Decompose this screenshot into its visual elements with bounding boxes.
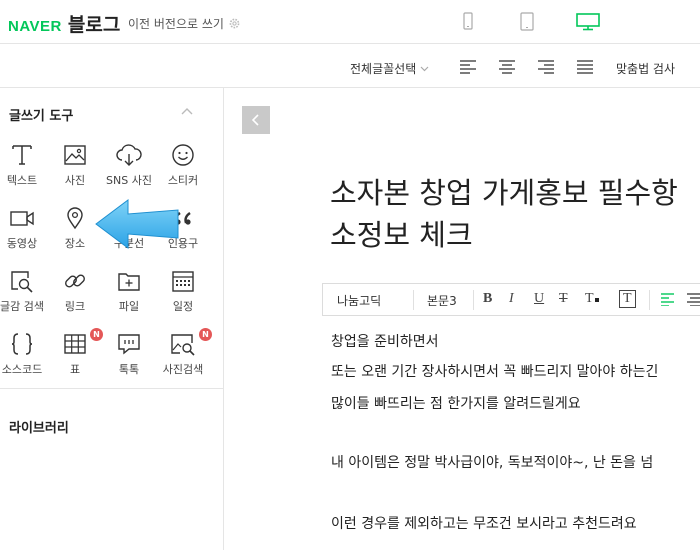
naver-logo-text: NAVER [8, 18, 62, 35]
bold-button[interactable]: B [483, 291, 492, 307]
text-icon [12, 145, 32, 165]
background-color-button[interactable]: T [619, 290, 636, 308]
file-add-icon [118, 273, 140, 291]
font-family-select[interactable]: 나눔고딕 [337, 292, 381, 309]
chevron-up-icon[interactable] [180, 106, 194, 116]
tool-label: 사진 [64, 174, 86, 187]
map-pin-icon [67, 207, 83, 230]
blog-logo-text: 블로그 [67, 14, 121, 36]
pc-monitor-icon[interactable] [576, 13, 600, 31]
toolbar-separator [649, 290, 650, 310]
tool-sticker[interactable]: 스티커 [155, 143, 211, 199]
paragraph: 창업을 준비하면서 [331, 334, 439, 350]
cloud-download-icon [116, 144, 142, 166]
tool-talktalk[interactable]: 톡톡 [101, 332, 157, 388]
video-icon [10, 211, 34, 226]
calendar-icon [172, 271, 194, 292]
tool-label: 파일 [118, 300, 140, 313]
tool-sns-photo[interactable]: SNS 사진 [101, 143, 157, 199]
tool-content-search[interactable]: 글감 검색 [0, 269, 50, 325]
tool-label: 톡톡 [118, 363, 140, 376]
tool-label: 텍스트 [6, 174, 38, 187]
new-badge: N [199, 328, 212, 341]
panel-divider [0, 388, 224, 389]
post-title[interactable]: 소자본 창업 가게홍보 필수항 소정보 체크 [330, 172, 700, 256]
tool-text[interactable]: 텍스트 [0, 143, 50, 199]
table-icon [64, 334, 86, 354]
pointer-arrow-icon [95, 199, 179, 249]
writing-tools-panel: 글쓰기 도구 텍스트 사진 SNS 사진 스티커 동영상 장소 구분선 인용구 … [0, 88, 224, 550]
tool-label: 스티커 [167, 174, 199, 187]
align-center-icon[interactable] [687, 293, 700, 306]
tool-label: 표 [69, 363, 81, 376]
align-left-icon[interactable] [460, 60, 476, 74]
paragraph: 또는 오랜 기간 장사하시면서 꼭 빠드리지 말아야 하는긴 [331, 364, 659, 380]
color-swatch [594, 298, 599, 302]
tool-table[interactable]: 표 N [47, 328, 103, 388]
chat-icon [118, 334, 140, 355]
content-search-icon [11, 271, 33, 293]
font-size-select[interactable]: 본문3 [427, 292, 457, 309]
tool-video[interactable]: 동영상 [0, 206, 50, 262]
italic-button[interactable]: I [509, 291, 514, 307]
paragraph: 내 아이템은 정말 박사급이야, 독보적이야~, 난 돈을 넘 [331, 455, 654, 471]
tool-link[interactable]: 링크 [47, 269, 103, 325]
spell-check-button[interactable]: 맞춤법 검사 [616, 60, 675, 77]
align-left-icon[interactable] [661, 293, 674, 306]
paragraph: 많이들 빠뜨리는 점 한가지를 알려드릴게요 [331, 396, 581, 412]
global-font-select-label: 전체글꼴선택 [350, 62, 417, 76]
tool-schedule[interactable]: 일정 [155, 269, 211, 325]
photo-icon [64, 145, 86, 165]
smiley-icon [172, 144, 194, 166]
paragraph: 이런 경우를 제외하고는 무조건 보시라고 추천드려요 [331, 516, 637, 532]
photo-search-icon [171, 334, 195, 356]
format-toolbar: 전체글꼴선택 맞춤법 검사 [0, 44, 700, 88]
tool-label: 동영상 [6, 237, 38, 250]
post-title-line: 소정보 체크 [330, 218, 473, 252]
font-color-button[interactable]: T [585, 291, 599, 307]
tool-photo-search[interactable]: 사진검색 N [155, 328, 212, 388]
tool-source-code[interactable]: 소스코드 [0, 332, 50, 388]
post-title-line: 소자본 창업 가게홍보 필수항 [330, 176, 678, 210]
link-icon [65, 274, 85, 288]
collapse-panel-button[interactable] [242, 106, 270, 134]
mobile-icon[interactable] [463, 12, 473, 30]
strikethrough-button[interactable]: T [559, 291, 568, 307]
writing-tools-title: 글쓰기 도구 [9, 109, 74, 124]
tool-label: 소스코드 [1, 363, 43, 376]
library-title[interactable]: 라이브러리 [9, 417, 69, 436]
font-color-label: T [585, 291, 594, 306]
toolbar-separator [473, 290, 474, 310]
tool-photo[interactable]: 사진 [47, 143, 103, 199]
previous-version-label: 이전 버전으로 쓰기 [128, 17, 224, 31]
tool-label: 사진검색 [162, 363, 204, 376]
align-center-icon[interactable] [499, 60, 515, 74]
naver-blog-logo[interactable]: NAVER 블로그 [8, 10, 120, 37]
tool-label: SNS 사진 [106, 174, 152, 187]
chevron-left-icon [251, 114, 259, 126]
previous-version-button[interactable]: 이전 버전으로 쓰기 [128, 15, 241, 32]
tool-label: 글감 검색 [0, 300, 44, 313]
code-braces-icon [11, 333, 33, 355]
tool-label: 링크 [64, 300, 86, 313]
chevron-down-icon [420, 66, 429, 71]
tool-file[interactable]: 파일 [101, 269, 157, 325]
text-edit-toolbar: 나눔고딕 본문3 B I U T T T [322, 283, 700, 316]
top-header: NAVER 블로그 이전 버전으로 쓰기 [0, 0, 700, 44]
gear-icon [229, 18, 240, 29]
toolbar-separator [413, 290, 414, 310]
align-justify-icon[interactable] [577, 60, 593, 74]
global-font-select[interactable]: 전체글꼴선택 [350, 60, 429, 77]
tablet-icon[interactable] [520, 12, 534, 31]
align-right-icon[interactable] [538, 60, 554, 74]
tool-label: 일정 [172, 300, 194, 313]
underline-button[interactable]: U [534, 291, 544, 307]
